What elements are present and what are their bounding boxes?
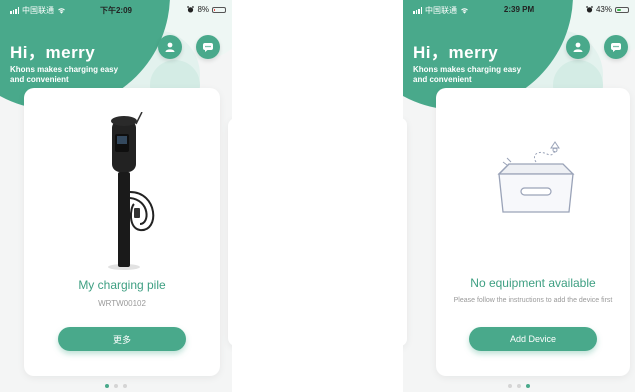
page-dot[interactable]: [123, 384, 127, 388]
home-screen-with-device: 中国联通 下午2:09 8% Hi，merry Khons makes char…: [0, 0, 232, 392]
battery-icon: [212, 6, 226, 13]
prev-card-peek[interactable]: [403, 118, 407, 346]
greeting-subtitle: Khons makes charging easy and convenient: [413, 65, 522, 84]
greeting: Hi，merry Khons makes charging easy and c…: [413, 38, 533, 85]
status-bar: 中国联通 下午2:09 8%: [0, 0, 232, 20]
message-button[interactable]: [196, 35, 220, 59]
device-serial: WRTW00102: [98, 299, 146, 308]
home-screen-empty: 中国联通 2:39 PM 43% Hi，merry Khons makes ch…: [403, 0, 635, 392]
device-card[interactable]: My charging pile WRTW00102 更多: [24, 88, 220, 376]
profile-button[interactable]: [158, 35, 182, 59]
user-icon: [165, 42, 175, 52]
battery-percent: 43%: [595, 5, 612, 14]
alarm-icon: [586, 6, 593, 13]
card-title: No equipment available: [470, 276, 596, 290]
battery-percent: 8%: [197, 5, 209, 14]
status-bar: 中国联通 2:39 PM 43%: [403, 0, 635, 20]
more-button[interactable]: 更多: [58, 327, 186, 351]
charging-pile-icon: [108, 112, 155, 270]
battery-icon: [615, 6, 629, 13]
empty-box-icon: [497, 141, 575, 213]
user-icon: [573, 42, 583, 52]
message-icon: [611, 43, 621, 52]
empty-card[interactable]: No equipment available Please follow the…: [436, 88, 630, 376]
page-dot[interactable]: [114, 384, 118, 388]
card-title: My charging pile: [78, 278, 166, 292]
next-card-peek[interactable]: [228, 118, 232, 346]
greeting-title: Hi，merry: [10, 43, 96, 62]
add-device-button[interactable]: Add Device: [469, 327, 597, 351]
greeting: Hi，merry Khons makes charging easy and c…: [10, 38, 130, 85]
greeting-subtitle: Khons makes charging easy and convenient: [10, 65, 119, 84]
page-dot[interactable]: [526, 384, 530, 388]
add-device-hint: Please follow the instructions to add th…: [453, 297, 613, 304]
page-dot[interactable]: [105, 384, 109, 388]
page-indicator: [403, 384, 635, 388]
alarm-icon: [187, 6, 195, 13]
page-dot[interactable]: [517, 384, 521, 388]
profile-button[interactable]: [566, 35, 590, 59]
page-dot[interactable]: [508, 384, 512, 388]
message-icon: [203, 43, 213, 52]
message-button[interactable]: [604, 35, 628, 59]
greeting-title: Hi，merry: [413, 43, 499, 62]
page-indicator: [0, 384, 232, 388]
